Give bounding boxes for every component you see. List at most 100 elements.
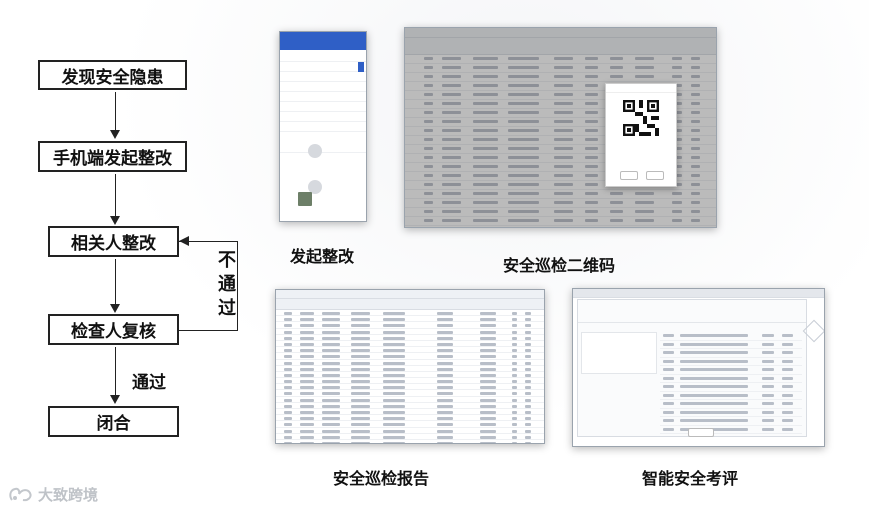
table-cell	[383, 435, 405, 439]
table-cell	[479, 386, 496, 390]
phone-field	[280, 82, 366, 92]
table-cell	[662, 376, 675, 380]
table-cell	[300, 342, 314, 346]
table-cell	[762, 402, 774, 405]
table-cell	[351, 398, 370, 402]
table-cell	[351, 318, 370, 322]
table-cell	[321, 318, 341, 322]
table-cell	[383, 380, 405, 384]
caption-report: 安全巡检报告	[333, 469, 430, 488]
table-cell	[762, 342, 774, 346]
table-cell	[284, 324, 293, 328]
table-cell	[436, 435, 453, 439]
table-cell	[383, 355, 405, 359]
table-cell	[383, 342, 405, 346]
table-cell	[383, 330, 405, 334]
table-cell	[300, 367, 314, 371]
table-cell	[383, 386, 405, 390]
logo-text: 大致跨境	[38, 486, 99, 504]
flow-step-close: 闭合	[48, 406, 179, 437]
table-cell	[351, 435, 370, 439]
table-cell	[300, 380, 314, 384]
criteria-list	[660, 332, 802, 434]
table-cell	[479, 392, 496, 396]
table-cell	[284, 312, 293, 315]
table-cell	[351, 373, 370, 377]
table-cell	[300, 411, 314, 414]
table-row	[660, 426, 802, 434]
table-cell	[300, 386, 314, 390]
table-cell	[321, 373, 341, 377]
table-cell	[525, 330, 531, 334]
category-tree	[581, 332, 657, 374]
phone-field	[280, 62, 366, 72]
table-cell	[436, 330, 453, 334]
table-cell	[436, 423, 453, 427]
table-cell	[511, 423, 518, 427]
table-cell	[351, 355, 370, 359]
table-row	[660, 409, 802, 417]
table-cell	[351, 423, 370, 427]
table-cell	[479, 349, 496, 353]
table-cell	[300, 398, 314, 402]
table-cell	[762, 419, 774, 422]
table-row	[660, 349, 802, 358]
table-cell	[479, 324, 496, 328]
table-row	[660, 341, 802, 349]
table-cell	[383, 411, 405, 414]
table-cell	[321, 429, 341, 433]
table-row	[660, 332, 802, 341]
report-screenshot	[275, 289, 545, 444]
dialog-download-button[interactable]	[646, 171, 664, 180]
table-cell	[762, 393, 774, 397]
table-cell	[525, 380, 531, 384]
table-cell	[511, 373, 518, 377]
table-cell	[300, 423, 314, 427]
table-cell	[321, 312, 341, 315]
table-cell	[321, 404, 341, 408]
avatar	[308, 144, 322, 158]
table-cell	[300, 417, 314, 421]
table-cell	[300, 435, 314, 439]
table-row	[660, 392, 802, 400]
submit-button[interactable]	[688, 428, 714, 437]
table-row	[660, 358, 802, 366]
table-cell	[383, 367, 405, 371]
table-cell	[321, 423, 341, 427]
table-cell	[300, 404, 314, 408]
table-cell	[525, 336, 531, 340]
flow-step-mobile-rectify: 手机端发起整改	[38, 141, 187, 172]
table-cell	[782, 385, 794, 388]
table-cell	[525, 342, 531, 346]
table-cell	[351, 404, 370, 408]
table-cell	[284, 423, 293, 427]
table-cell	[284, 380, 293, 384]
table-cell	[351, 312, 370, 315]
table-cell	[479, 373, 496, 377]
table-cell	[762, 334, 774, 337]
table-cell	[525, 355, 531, 359]
table-cell	[525, 392, 531, 396]
table-cell	[525, 386, 531, 390]
table-cell	[436, 312, 453, 315]
table-cell	[479, 342, 496, 346]
table-cell	[525, 404, 531, 408]
table-cell	[300, 330, 314, 334]
dialog-cancel-button[interactable]	[620, 171, 638, 180]
table-cell	[479, 361, 496, 365]
table-cell	[511, 312, 518, 315]
table-cell	[525, 367, 531, 371]
table-row	[660, 417, 802, 426]
table-cell	[284, 355, 293, 359]
table-cell	[511, 367, 518, 371]
table-cell	[525, 373, 531, 377]
table-cell	[321, 330, 341, 334]
table-cell	[525, 417, 531, 421]
qr-dialog	[605, 83, 677, 187]
table-cell	[762, 376, 774, 380]
table-cell	[351, 336, 370, 340]
evaluation-screenshot	[572, 288, 825, 447]
table-cell	[782, 334, 794, 337]
table-cell	[679, 351, 749, 354]
evaluation-form	[577, 299, 807, 437]
